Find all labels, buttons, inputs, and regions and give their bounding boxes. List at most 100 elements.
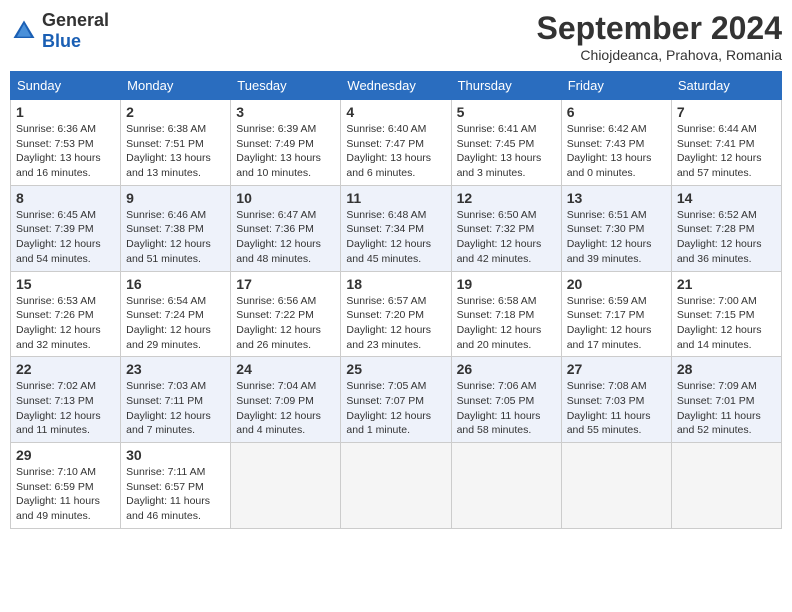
calendar-table: Sunday Monday Tuesday Wednesday Thursday… xyxy=(10,71,782,529)
col-saturday: Saturday xyxy=(671,72,781,100)
calendar-cell: 9 Sunrise: 6:46 AMSunset: 7:38 PMDaylight… xyxy=(121,185,231,271)
day-number: 24 xyxy=(236,361,335,377)
calendar-cell: 3 Sunrise: 6:39 AMSunset: 7:49 PMDaylight… xyxy=(231,100,341,186)
calendar-cell: 4 Sunrise: 6:40 AMSunset: 7:47 PMDaylight… xyxy=(341,100,451,186)
day-number: 18 xyxy=(346,276,445,292)
calendar-cell: 29 Sunrise: 7:10 AMSunset: 6:59 PMDayligh… xyxy=(11,443,121,529)
col-monday: Monday xyxy=(121,72,231,100)
day-number: 14 xyxy=(677,190,776,206)
calendar-cell xyxy=(341,443,451,529)
day-detail: Sunrise: 7:03 AMSunset: 7:11 PMDaylight:… xyxy=(126,379,225,438)
day-number: 2 xyxy=(126,104,225,120)
day-number: 8 xyxy=(16,190,115,206)
calendar-cell: 27 Sunrise: 7:08 AMSunset: 7:03 PMDayligh… xyxy=(561,357,671,443)
calendar-cell: 14 Sunrise: 6:52 AMSunset: 7:28 PMDayligh… xyxy=(671,185,781,271)
day-detail: Sunrise: 6:48 AMSunset: 7:34 PMDaylight:… xyxy=(346,208,445,267)
day-detail: Sunrise: 6:54 AMSunset: 7:24 PMDaylight:… xyxy=(126,294,225,353)
calendar-cell: 23 Sunrise: 7:03 AMSunset: 7:11 PMDayligh… xyxy=(121,357,231,443)
day-detail: Sunrise: 6:44 AMSunset: 7:41 PMDaylight:… xyxy=(677,122,776,181)
calendar-cell: 5 Sunrise: 6:41 AMSunset: 7:45 PMDaylight… xyxy=(451,100,561,186)
day-number: 4 xyxy=(346,104,445,120)
logo-blue: Blue xyxy=(42,31,81,51)
day-detail: Sunrise: 6:40 AMSunset: 7:47 PMDaylight:… xyxy=(346,122,445,181)
calendar-cell: 30Sunrise: 7:11 AMSunset: 6:57 PMDayligh… xyxy=(121,443,231,529)
day-detail: Sunrise: 6:56 AMSunset: 7:22 PMDaylight:… xyxy=(236,294,335,353)
day-detail: Sunrise: 7:00 AMSunset: 7:15 PMDaylight:… xyxy=(677,294,776,353)
calendar-header-row: Sunday Monday Tuesday Wednesday Thursday… xyxy=(11,72,782,100)
day-number: 29 xyxy=(16,447,115,463)
calendar-cell: 7Sunrise: 6:44 AMSunset: 7:41 PMDaylight… xyxy=(671,100,781,186)
calendar-cell: 24 Sunrise: 7:04 AMSunset: 7:09 PMDayligh… xyxy=(231,357,341,443)
day-detail: Sunrise: 6:50 AMSunset: 7:32 PMDaylight:… xyxy=(457,208,556,267)
calendar-week-row: 15 Sunrise: 6:53 AMSunset: 7:26 PMDayligh… xyxy=(11,271,782,357)
calendar-cell xyxy=(561,443,671,529)
calendar-cell: 12 Sunrise: 6:50 AMSunset: 7:32 PMDayligh… xyxy=(451,185,561,271)
calendar-cell: 8 Sunrise: 6:45 AMSunset: 7:39 PMDaylight… xyxy=(11,185,121,271)
day-number: 16 xyxy=(126,276,225,292)
day-detail: Sunrise: 6:57 AMSunset: 7:20 PMDaylight:… xyxy=(346,294,445,353)
day-number: 6 xyxy=(567,104,666,120)
logo-text: General Blue xyxy=(42,10,109,52)
calendar-cell: 22Sunrise: 7:02 AMSunset: 7:13 PMDayligh… xyxy=(11,357,121,443)
day-detail: Sunrise: 6:51 AMSunset: 7:30 PMDaylight:… xyxy=(567,208,666,267)
day-number: 13 xyxy=(567,190,666,206)
calendar-week-row: 8 Sunrise: 6:45 AMSunset: 7:39 PMDaylight… xyxy=(11,185,782,271)
day-number: 26 xyxy=(457,361,556,377)
day-detail: Sunrise: 6:41 AMSunset: 7:45 PMDaylight:… xyxy=(457,122,556,181)
calendar-cell: 15 Sunrise: 6:53 AMSunset: 7:26 PMDayligh… xyxy=(11,271,121,357)
day-detail: Sunrise: 7:09 AMSunset: 7:01 PMDaylight:… xyxy=(677,379,776,438)
calendar-cell: 10Sunrise: 6:47 AMSunset: 7:36 PMDayligh… xyxy=(231,185,341,271)
calendar-cell: 28 Sunrise: 7:09 AMSunset: 7:01 PMDayligh… xyxy=(671,357,781,443)
calendar-cell: 19Sunrise: 6:58 AMSunset: 7:18 PMDayligh… xyxy=(451,271,561,357)
logo: General Blue xyxy=(10,10,109,52)
calendar-week-row: 22Sunrise: 7:02 AMSunset: 7:13 PMDayligh… xyxy=(11,357,782,443)
month-title: September 2024 xyxy=(537,10,782,47)
day-detail: Sunrise: 7:06 AMSunset: 7:05 PMDaylight:… xyxy=(457,379,556,438)
day-number: 3 xyxy=(236,104,335,120)
calendar-week-row: 1Sunrise: 6:36 AMSunset: 7:53 PMDaylight… xyxy=(11,100,782,186)
day-detail: Sunrise: 6:42 AMSunset: 7:43 PMDaylight:… xyxy=(567,122,666,181)
day-detail: Sunrise: 6:38 AMSunset: 7:51 PMDaylight:… xyxy=(126,122,225,181)
day-number: 27 xyxy=(567,361,666,377)
day-number: 30 xyxy=(126,447,225,463)
day-detail: Sunrise: 6:45 AMSunset: 7:39 PMDaylight:… xyxy=(16,208,115,267)
day-number: 20 xyxy=(567,276,666,292)
calendar-week-row: 29 Sunrise: 7:10 AMSunset: 6:59 PMDayligh… xyxy=(11,443,782,529)
day-number: 9 xyxy=(126,190,225,206)
day-number: 19 xyxy=(457,276,556,292)
calendar-cell xyxy=(231,443,341,529)
calendar-cell: 2 Sunrise: 6:38 AMSunset: 7:51 PMDaylight… xyxy=(121,100,231,186)
day-detail: Sunrise: 6:53 AMSunset: 7:26 PMDaylight:… xyxy=(16,294,115,353)
day-number: 5 xyxy=(457,104,556,120)
day-detail: Sunrise: 6:47 AMSunset: 7:36 PMDaylight:… xyxy=(236,208,335,267)
calendar-cell: 6 Sunrise: 6:42 AMSunset: 7:43 PMDaylight… xyxy=(561,100,671,186)
day-detail: Sunrise: 7:02 AMSunset: 7:13 PMDaylight:… xyxy=(16,379,115,438)
calendar-cell: 18 Sunrise: 6:57 AMSunset: 7:20 PMDayligh… xyxy=(341,271,451,357)
col-thursday: Thursday xyxy=(451,72,561,100)
calendar-cell: 16 Sunrise: 6:54 AMSunset: 7:24 PMDayligh… xyxy=(121,271,231,357)
day-number: 28 xyxy=(677,361,776,377)
day-number: 1 xyxy=(16,104,115,120)
day-number: 15 xyxy=(16,276,115,292)
day-number: 17 xyxy=(236,276,335,292)
location-subtitle: Chiojdeanca, Prahova, Romania xyxy=(537,47,782,63)
day-detail: Sunrise: 6:39 AMSunset: 7:49 PMDaylight:… xyxy=(236,122,335,181)
calendar-cell: 17 Sunrise: 6:56 AMSunset: 7:22 PMDayligh… xyxy=(231,271,341,357)
logo-general: General xyxy=(42,10,109,30)
col-wednesday: Wednesday xyxy=(341,72,451,100)
day-number: 21 xyxy=(677,276,776,292)
day-detail: Sunrise: 6:59 AMSunset: 7:17 PMDaylight:… xyxy=(567,294,666,353)
page-header: General Blue September 2024 Chiojdeanca,… xyxy=(10,10,782,63)
day-number: 23 xyxy=(126,361,225,377)
day-detail: Sunrise: 6:46 AMSunset: 7:38 PMDaylight:… xyxy=(126,208,225,267)
day-detail: Sunrise: 6:52 AMSunset: 7:28 PMDaylight:… xyxy=(677,208,776,267)
calendar-cell: 26 Sunrise: 7:06 AMSunset: 7:05 PMDayligh… xyxy=(451,357,561,443)
calendar-cell xyxy=(671,443,781,529)
day-detail: Sunrise: 7:10 AMSunset: 6:59 PMDaylight:… xyxy=(16,465,115,524)
calendar-cell: 13 Sunrise: 6:51 AMSunset: 7:30 PMDayligh… xyxy=(561,185,671,271)
calendar-cell: 20 Sunrise: 6:59 AMSunset: 7:17 PMDayligh… xyxy=(561,271,671,357)
calendar-cell: 21 Sunrise: 7:00 AMSunset: 7:15 PMDayligh… xyxy=(671,271,781,357)
day-detail: Sunrise: 7:04 AMSunset: 7:09 PMDaylight:… xyxy=(236,379,335,438)
day-detail: Sunrise: 7:08 AMSunset: 7:03 PMDaylight:… xyxy=(567,379,666,438)
day-number: 12 xyxy=(457,190,556,206)
